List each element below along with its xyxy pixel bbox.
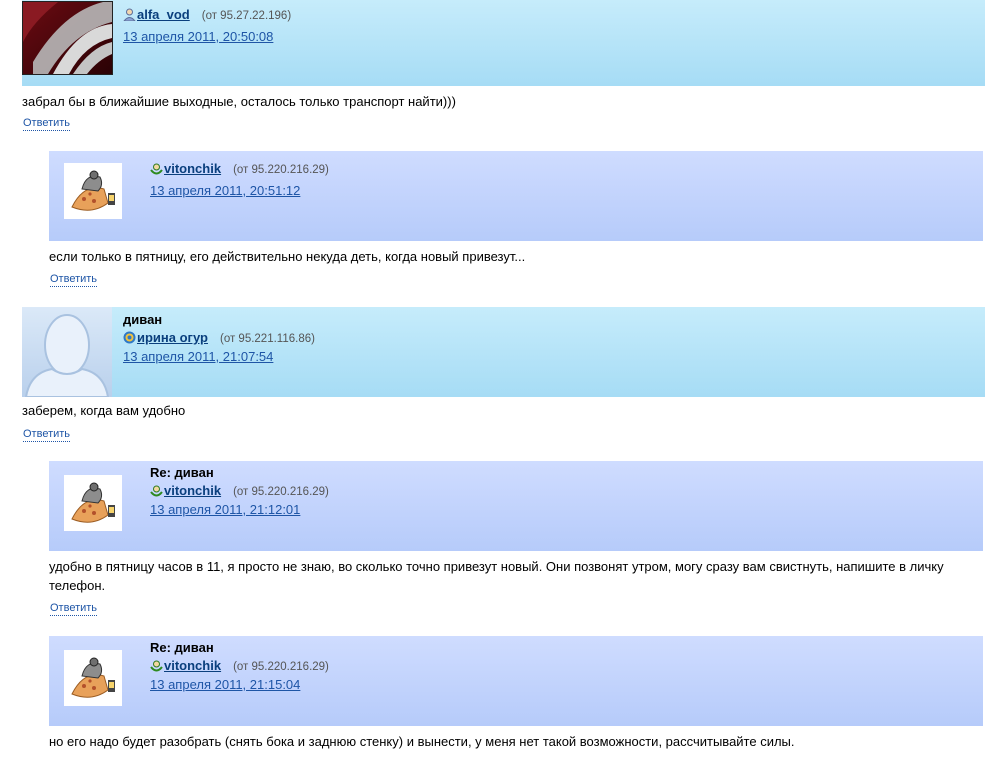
reply-link[interactable]: Ответить [50,273,98,287]
comment-header: Re: диван vitonchik (от 95.220.216.29) 13… [49,461,983,551]
comment: Re: диван vitonchik (от 95.220.216.29) 13… [49,636,983,749]
avatar[interactable] [22,307,112,397]
comment-meta: alfa_vod (от 95.27.22.196) 13 апреля 2011… [123,5,291,44]
avatar[interactable] [64,163,122,219]
reply-link[interactable]: Ответить [23,428,71,442]
comment-date-link[interactable]: 13 апреля 2011, 20:50:08 [123,29,273,44]
green-user-icon [150,485,163,497]
avatar[interactable] [64,650,122,706]
comment-date-link[interactable]: 13 апреля 2011, 21:12:01 [150,502,300,517]
comment-meta: диван ирина огур (от 95.221.116.86) 13 ап… [123,312,315,364]
reply-link[interactable]: Ответить [23,117,71,131]
author-line: vitonchik (от 95.220.216.29) [150,482,329,500]
ip-address: (от 95.220.216.29) [233,661,329,673]
author-line: vitonchik (от 95.220.216.29) [150,657,329,675]
author-link[interactable]: ирина огур [137,330,208,345]
avatar[interactable] [64,475,122,531]
comment-meta: Re: диван vitonchik (от 95.220.216.29) 13… [150,640,329,692]
comment-title: Re: диван [150,640,214,655]
comment-header: vitonchik (от 95.220.216.29) 13 апреля 20… [49,151,983,241]
comment-date-link[interactable]: 13 апреля 2011, 21:15:04 [150,677,300,692]
comment-title: Re: диван [150,465,214,480]
ip-address: (от 95.220.216.29) [233,486,329,498]
author-link[interactable]: alfa_vod [137,7,190,22]
comment: диван ирина огур (от 95.221.116.86) 13 ап… [22,307,985,442]
avatar[interactable] [22,1,113,75]
ip-address: (от 95.220.216.29) [233,164,329,176]
author-link[interactable]: vitonchik [164,161,221,176]
comment-header: alfa_vod (от 95.27.22.196) 13 апреля 2011… [22,0,985,86]
comment-text: удобно в пятницу часов в 11, я просто не… [49,559,944,593]
author-link[interactable]: vitonchik [164,483,221,498]
author-line: ирина огур (от 95.221.116.86) [123,329,315,347]
comment-title: диван [123,312,163,327]
ip-address: (от 95.221.116.86) [219,333,315,345]
green-user-icon [150,660,163,672]
comment-text: если только в пятницу, его действительно… [49,249,526,264]
person-icon [123,8,136,21]
green-user-icon [150,163,163,175]
author-line: vitonchik (от 95.220.216.29) [150,159,329,179]
comment-text: забрал бы в ближайшие выходные, осталось… [22,94,456,109]
comment-meta: vitonchik (от 95.220.216.29) 13 апреля 20… [150,159,329,198]
comment: vitonchik (от 95.220.216.29) 13 апреля 20… [49,151,983,287]
comment: alfa_vod (от 95.27.22.196) 13 апреля 2011… [22,0,985,131]
comment-text: но его надо будет разобрать (снять бока … [49,734,795,749]
ip-address: (от 95.27.22.196) [201,10,292,22]
social-icon [123,331,136,344]
comment-meta: Re: диван vitonchik (от 95.220.216.29) 13… [150,465,329,517]
comment-text: заберем, когда вам удобно [22,403,186,418]
author-line: alfa_vod (от 95.27.22.196) [123,5,291,25]
author-link[interactable]: vitonchik [164,658,221,673]
reply-link[interactable]: Ответить [50,602,98,616]
comment-date-link[interactable]: 13 апреля 2011, 20:51:12 [150,183,300,198]
comment-header: диван ирина огур (от 95.221.116.86) 13 ап… [22,307,985,397]
comment: Re: диван vitonchik (от 95.220.216.29) 13… [49,461,983,616]
comment-date-link[interactable]: 13 апреля 2011, 21:07:54 [123,349,273,364]
comment-header: Re: диван vitonchik (от 95.220.216.29) 13… [49,636,983,726]
